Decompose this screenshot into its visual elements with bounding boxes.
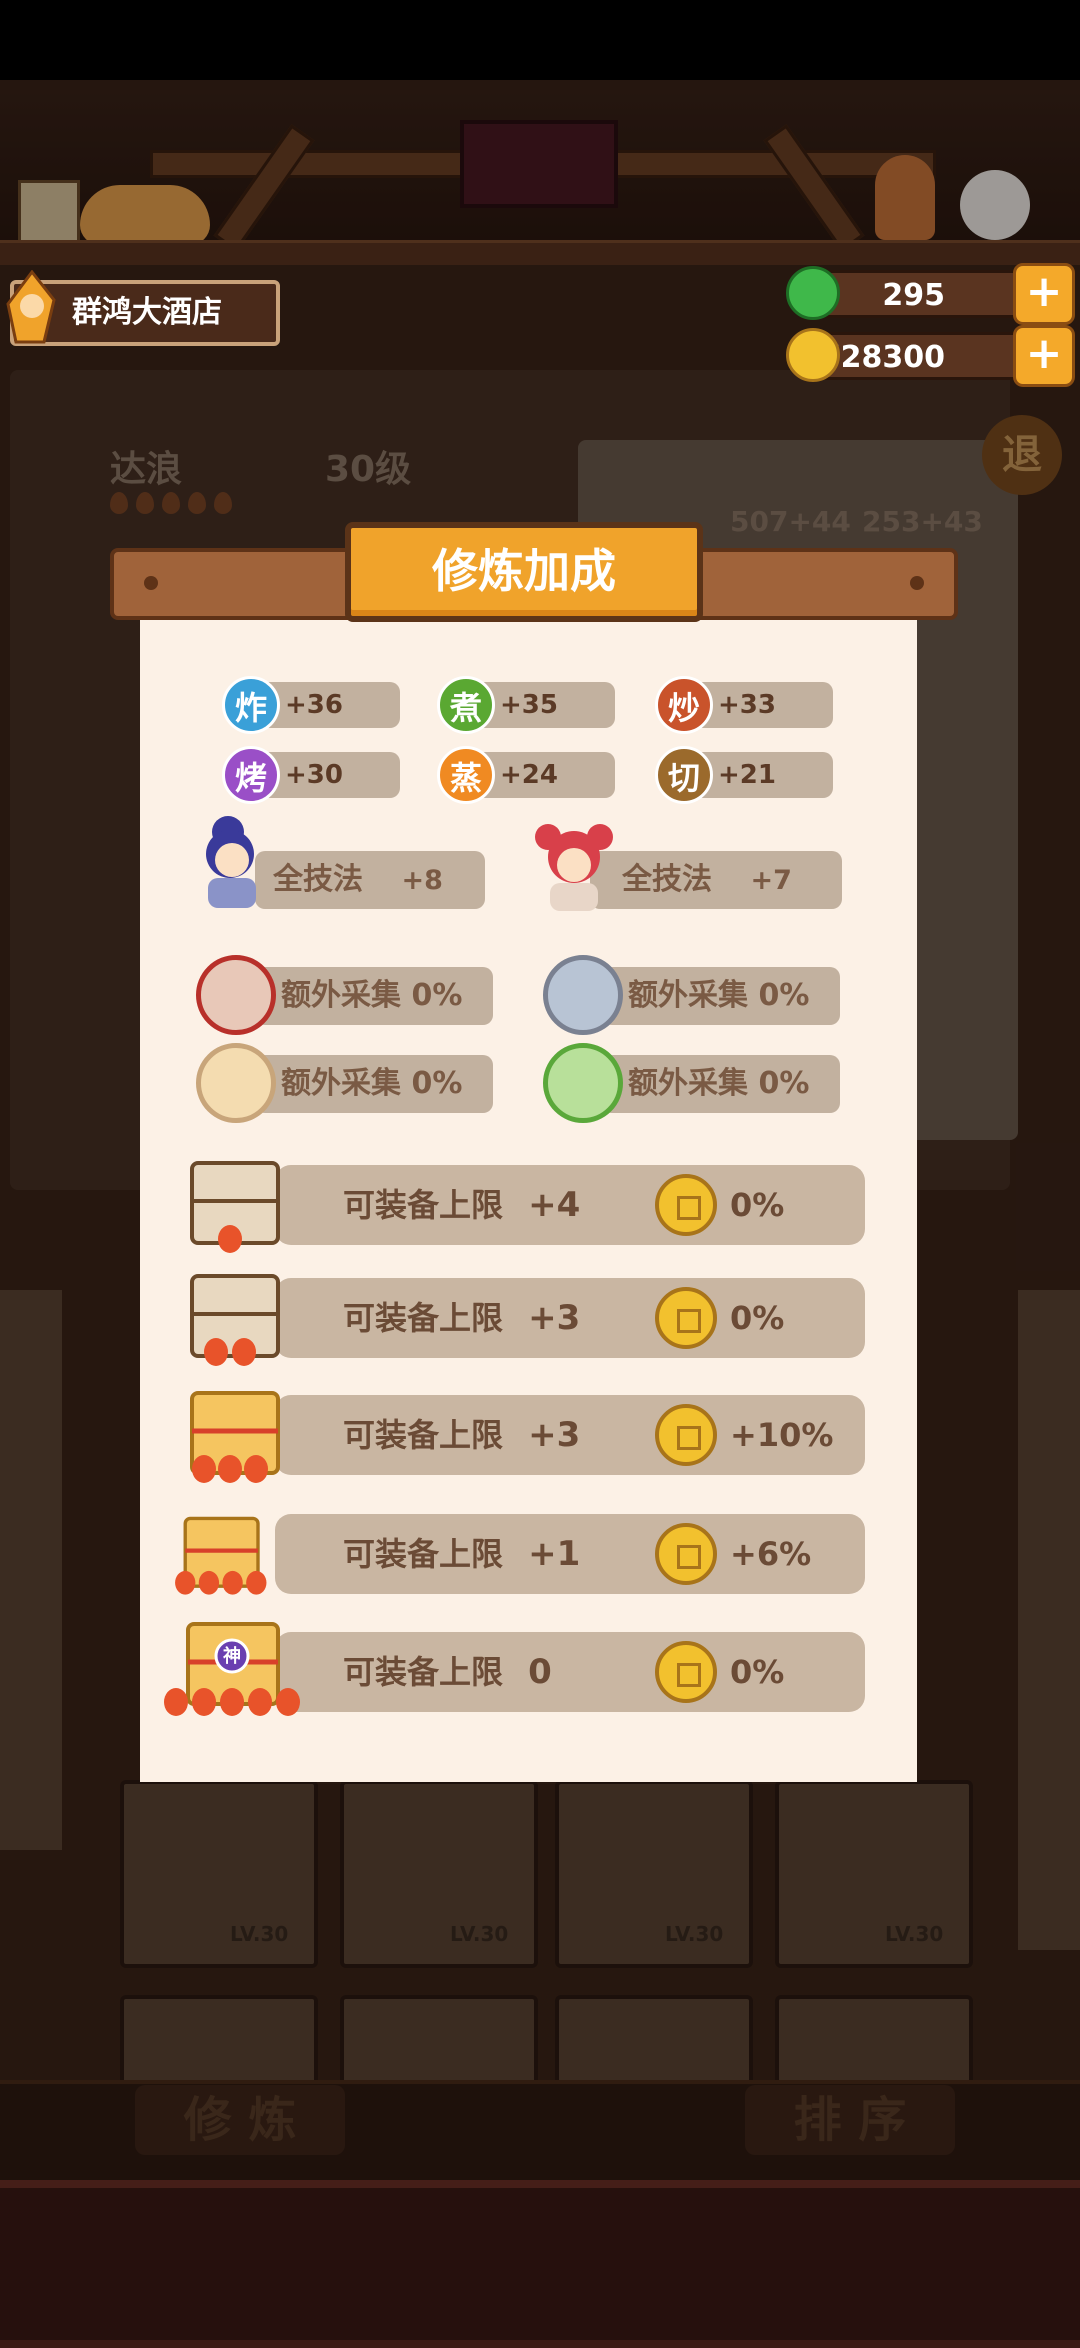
coin-bonus: 0%: [730, 1299, 785, 1337]
fry-skill-icon: 炸: [222, 676, 280, 734]
equip-label: 可装备上限: [343, 1299, 504, 1337]
gold-coin-icon: [655, 1287, 717, 1349]
gold-coin-icon: [655, 1641, 717, 1703]
add-jade-button[interactable]: +: [1013, 263, 1075, 325]
gold-coin-icon: [655, 1174, 717, 1236]
scroll-4-flame-icon: [175, 1516, 267, 1595]
equip-row-3: 可装备上限 +3 +10%: [275, 1395, 865, 1475]
roast-skill-icon: 烤: [222, 746, 280, 804]
scroll-3-flame-icon: [190, 1391, 280, 1483]
coin-bonus: +6%: [730, 1535, 812, 1573]
jade-icon: [786, 266, 840, 320]
scroll-1-flame-icon: [190, 1161, 280, 1253]
equip-label: 可装备上限: [343, 1653, 504, 1691]
coin-bonus: +10%: [730, 1416, 834, 1454]
flour-icon: [196, 1043, 276, 1123]
female-chef-avatar: [535, 824, 613, 911]
equip-limit: +1: [528, 1534, 581, 1574]
equip-row-4: 可装备上限 +1 +6%: [275, 1514, 865, 1594]
all-skill-label: 全技法: [273, 862, 363, 897]
gather-meat-bonus: 额外采集 0%: [255, 967, 493, 1025]
gather-flour-bonus: 额外采集 0%: [255, 1055, 493, 1113]
gather-vegetable-bonus: 额外采集 0%: [602, 1055, 840, 1113]
equip-limit: +4: [528, 1185, 581, 1225]
scroll-2-flame-icon: [190, 1274, 280, 1366]
male-chef-avatar: [206, 816, 256, 908]
shop-chef-icon: [6, 270, 56, 344]
dialog-title: 修炼加成: [345, 522, 703, 622]
fish-icon: [543, 955, 623, 1035]
all-skill-bonus-2: 全技法 +7: [590, 851, 842, 909]
equip-limit: 0: [528, 1652, 552, 1692]
equip-limit: +3: [528, 1415, 581, 1455]
equip-label: 可装备上限: [343, 1186, 504, 1224]
equip-label: 可装备上限: [343, 1535, 504, 1573]
coin-bonus: 0%: [730, 1653, 785, 1691]
equip-row-5: 可装备上限 0 0%: [275, 1632, 865, 1712]
steam-skill-icon: 蒸: [437, 746, 495, 804]
all-skill-value: +8: [401, 865, 443, 896]
meat-icon: [196, 955, 276, 1035]
boil-skill-icon: 煮: [437, 676, 495, 734]
equip-row-1: 可装备上限 +4 0%: [275, 1165, 865, 1245]
all-skill-bonus-1: 全技法 +8: [255, 851, 485, 909]
add-gold-button[interactable]: +: [1013, 325, 1075, 387]
all-skill-label: 全技法: [622, 862, 712, 897]
equip-limit: +3: [528, 1298, 581, 1338]
gather-fish-bonus: 额外采集 0%: [602, 967, 840, 1025]
gold-coin-icon: [655, 1523, 717, 1585]
equip-row-2: 可装备上限 +3 0%: [275, 1278, 865, 1358]
coin-bonus: 0%: [730, 1186, 785, 1224]
all-skill-value: +7: [750, 865, 792, 896]
god-badge: 神: [223, 1646, 241, 1667]
cut-skill-icon: 切: [655, 746, 713, 804]
gold-coin-icon: [655, 1404, 717, 1466]
vegetable-icon: [543, 1043, 623, 1123]
equip-label: 可装备上限: [343, 1416, 504, 1454]
stirfry-skill-icon: 炒: [655, 676, 713, 734]
gold-coin-icon: [786, 328, 840, 382]
